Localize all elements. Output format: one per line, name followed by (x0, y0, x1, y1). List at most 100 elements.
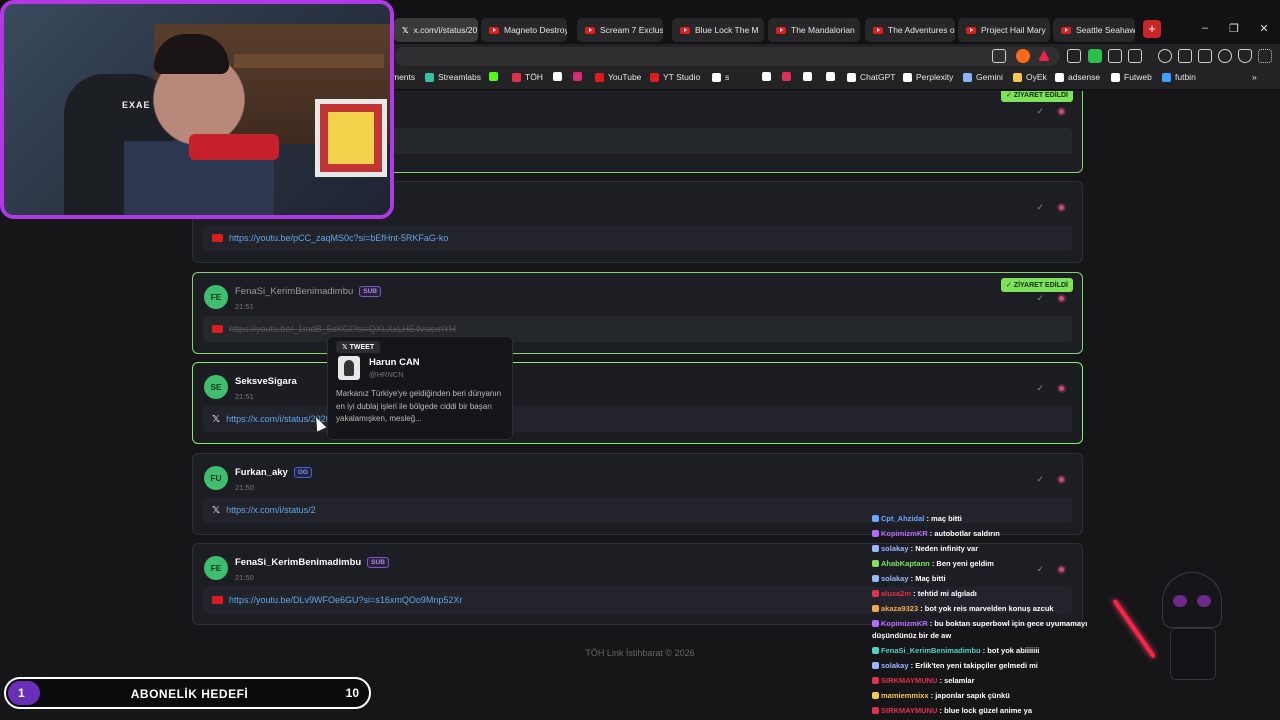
chat-badge-icon (872, 692, 879, 699)
close-window-button[interactable]: ✕ (1255, 22, 1273, 35)
bookmark-label: ments (392, 72, 416, 82)
bookmark-favicon-icon (1055, 72, 1064, 82)
tab-4[interactable]: The Mandalorian (768, 18, 860, 42)
block-button[interactable] (1057, 107, 1066, 116)
visited-badge: ✓ ZİYARET EDİLDİ (1000, 278, 1073, 292)
bookmark-4[interactable] (553, 72, 562, 81)
tab-3[interactable]: Blue Lock The M (672, 18, 764, 42)
webcam-poster (315, 99, 387, 177)
bookmark-12[interactable] (826, 72, 835, 81)
user-avatar: SE (204, 375, 228, 399)
bookmark-19[interactable]: futbin (1162, 72, 1196, 82)
visited-badge: ✓ ZİYARET EDİLDİ (1000, 91, 1073, 102)
bookmark-3[interactable]: TÖH (512, 72, 543, 82)
bookmark-13[interactable]: ChatGPT (847, 72, 895, 82)
mark-visited-button[interactable]: ✓ (1036, 474, 1044, 485)
youtube-icon (680, 26, 690, 34)
mark-visited-button[interactable]: ✓ (1036, 106, 1044, 117)
mark-visited-button[interactable]: ✓ (1036, 383, 1044, 394)
menu-icon[interactable] (1258, 49, 1272, 63)
vader-body (1170, 628, 1216, 680)
chat-message: SIRKMAYMUNU : blue lock güzel anime ya (872, 703, 1132, 718)
bookmark-label: adsense (1068, 72, 1101, 82)
link-url[interactable]: https://youtu.be/DLv9WFOe6GU?si=s16xmQOo… (229, 595, 462, 605)
block-button[interactable] (1057, 203, 1066, 212)
new-tab-button[interactable]: + (1143, 20, 1161, 38)
minimize-button[interactable]: – (1196, 22, 1214, 34)
bookmark-10[interactable] (782, 72, 791, 81)
chat-badge-icon (872, 545, 879, 552)
share-icon[interactable] (992, 49, 1006, 63)
chat-badge-icon (872, 515, 879, 522)
user-badge: OG (293, 467, 312, 478)
bookmark-0[interactable]: ments (392, 72, 415, 82)
chat-text: : autobotlar saldırın (929, 529, 1000, 538)
brave-shield-icon[interactable] (1016, 49, 1030, 63)
extension-icon[interactable] (1067, 49, 1081, 63)
chat-text: : selamlar (939, 676, 975, 685)
sidebar-icon[interactable] (1178, 49, 1192, 63)
user-avatar: FE (204, 556, 228, 580)
bookmark-favicon-icon (512, 72, 521, 82)
tab-7[interactable]: Seattle Seahawks (1053, 18, 1135, 42)
bookmark-11[interactable] (803, 72, 812, 81)
chat-message: KopimizmKR : autobotlar saldırın (872, 526, 1132, 541)
tab-6[interactable]: Project Hail Mary (958, 18, 1050, 42)
leo-ai-icon[interactable] (1218, 49, 1232, 63)
bookmark-6[interactable]: YouTube (595, 72, 641, 82)
webcam-overlay: EXAE (0, 0, 394, 219)
extension-green-icon[interactable] (1088, 49, 1102, 63)
wallet-icon[interactable] (1198, 49, 1212, 63)
bookmark-favicon-icon (553, 72, 562, 81)
bookmark-1[interactable]: Streamlabs (425, 72, 481, 82)
address-field[interactable] (395, 47, 1060, 66)
tweet-tag: 𝕏 TWEET (336, 341, 381, 353)
block-button[interactable] (1057, 475, 1066, 484)
block-button[interactable] (1057, 294, 1066, 303)
chat-username: SIRKMAYMUNU (881, 676, 938, 685)
mark-visited-button[interactable]: ✓ (1036, 202, 1044, 213)
brave-rewards-icon[interactable] (1038, 50, 1050, 61)
tab-title: The Adventures o (888, 25, 955, 35)
tab-5[interactable]: The Adventures o (865, 18, 955, 42)
link-card[interactable]: FE FenaSi_KerimBenimadimbu SUB 21:51 https:/… (192, 272, 1083, 354)
media-icon[interactable] (1158, 49, 1172, 63)
bookmark-favicon-icon (650, 72, 659, 82)
username-text: SeksveSigara (235, 376, 297, 387)
chat-username: KopimizmKR (881, 529, 928, 538)
bookmark-17[interactable]: adsense (1055, 72, 1100, 82)
bookmark-label: s (725, 72, 730, 82)
chat-text: : Ben yeni geldim (931, 559, 994, 568)
link-url[interactable]: https://youtu.be/pCC_zaqMS0c?si=bEfHnt-5… (229, 233, 448, 243)
chat-badge-icon (872, 707, 879, 714)
chat-text: : japonlar sapık çünkü (930, 691, 1010, 700)
link-card[interactable]: SE SeksveSigara 21:51 𝕏https://x.com/i/stat… (192, 362, 1083, 444)
link-url[interactable]: https://youtu.be/_1mdB_5oKGI?si=QXLXxLHE… (229, 324, 456, 334)
extension-box-icon[interactable] (1128, 49, 1142, 63)
bookmark-9[interactable] (762, 72, 771, 81)
mark-visited-button[interactable]: ✓ (1036, 293, 1044, 304)
bookmark-15[interactable]: Gemini (963, 72, 1003, 82)
link-url-row[interactable]: https://youtu.be/pCC_zaqMS0c?si=bEfHnt-5… (203, 225, 1072, 251)
more-bookmarks-icon[interactable]: » (1252, 72, 1257, 82)
youtube-icon (212, 234, 223, 242)
bookmark-label: futbin (1175, 72, 1196, 82)
bookmark-8[interactable]: s (712, 72, 729, 82)
tab-0[interactable]: 𝕏x.com/i/status/20 (394, 18, 478, 42)
tab-1[interactable]: Magneto Destroy (481, 18, 567, 42)
bookmark-14[interactable]: Perplexity (903, 72, 953, 82)
bookmark-5[interactable] (573, 72, 582, 81)
link-url[interactable]: https://x.com/i/status/2 (226, 505, 316, 515)
vpn-shield-icon[interactable] (1238, 49, 1252, 63)
chat-badge-icon (872, 560, 879, 567)
bookmark-7[interactable]: YT Studio (650, 72, 700, 82)
maximize-button[interactable]: ❐ (1225, 22, 1243, 35)
bookmark-18[interactable]: Futweb (1111, 72, 1152, 82)
bookmark-16[interactable]: OyEk (1013, 72, 1047, 82)
bookmark-2[interactable] (489, 72, 498, 81)
block-button[interactable] (1057, 384, 1066, 393)
tab-2[interactable]: Scream 7 Exclusi (577, 18, 663, 42)
bookmark-label: YT Studio (663, 72, 701, 82)
chat-message: SIRKMAYMUNU : selamlar (872, 673, 1132, 688)
puzzle-icon[interactable] (1108, 49, 1122, 63)
